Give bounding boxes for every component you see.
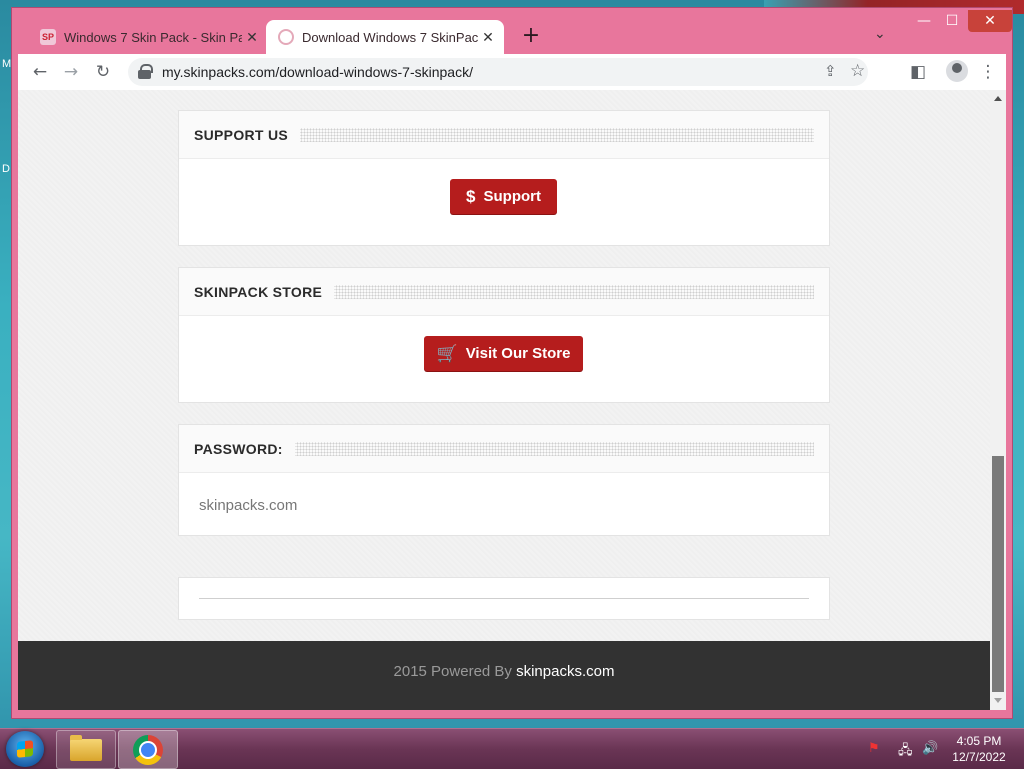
profile-avatar-icon[interactable]: [946, 60, 968, 82]
desktop-icon-label[interactable]: D: [2, 163, 10, 175]
action-center-flag-icon[interactable]: ⚑: [868, 741, 880, 756]
lock-icon: [138, 70, 151, 79]
skinpack-store-widget: SKINPACK STORE 🛒 Visit Our Store: [178, 267, 830, 403]
volume-icon[interactable]: 🔊: [922, 741, 938, 756]
menu-dots-icon[interactable]: ⋮: [976, 60, 1000, 84]
visit-store-button[interactable]: 🛒 Visit Our Store: [424, 336, 583, 371]
footer-prefix: 2015 Powered By: [393, 663, 517, 680]
start-button[interactable]: [6, 731, 44, 767]
reload-icon[interactable]: ↻: [91, 60, 115, 84]
widget-header: PASSWORD:: [179, 425, 829, 473]
tab-strip: SP Windows 7 Skin Pack - Skin Pack ✕ Dow…: [12, 8, 1012, 54]
scroll-down-arrow-icon[interactable]: [994, 698, 1002, 703]
clock-date: 12/7/2022: [952, 750, 1006, 764]
close-window-button[interactable]: ✕: [968, 10, 1012, 32]
header-dot-pattern: [329, 285, 814, 299]
chrome-icon: [133, 735, 163, 765]
footer-text: 2015 Powered By skinpacks.com: [18, 663, 990, 680]
taskbar: ⚑ 🖧 🔊 4:05 PM 12/7/2022: [0, 728, 1024, 769]
support-us-widget: SUPPORT US $ Support: [178, 110, 830, 246]
dollar-icon: $: [466, 186, 476, 206]
password-widget: PASSWORD: skinpacks.com: [178, 424, 830, 536]
tab-download-skinpack[interactable]: Download Windows 7 SkinPack - ✕: [266, 20, 504, 54]
header-dot-pattern: [293, 442, 814, 456]
support-button[interactable]: $ Support: [450, 179, 557, 214]
clock-time: 4:05 PM: [956, 734, 1002, 748]
forward-arrow-icon[interactable]: →: [59, 60, 83, 84]
page-footer: 2015 Powered By skinpacks.com: [18, 641, 990, 710]
tab-title: Windows 7 Skin Pack - Skin Pack: [64, 29, 242, 45]
browser-window: SP Windows 7 Skin Pack - Skin Pack ✕ Dow…: [12, 8, 1012, 718]
widget-title: SUPPORT US: [194, 127, 301, 143]
folder-icon: [70, 735, 102, 761]
maximize-button[interactable]: ☐: [938, 10, 966, 32]
url-text[interactable]: my.skinpacks.com/download-windows-7-skin…: [162, 64, 473, 80]
widget-title: PASSWORD:: [194, 441, 295, 457]
page-viewport: SUPPORT US $ Support SKINPACK STORE 🛒 Vi…: [18, 90, 990, 710]
widget-header: SKINPACK STORE: [179, 268, 829, 316]
download-favicon: [278, 29, 294, 45]
vertical-scrollbar[interactable]: [990, 90, 1006, 710]
close-tab-icon[interactable]: ✕: [242, 29, 262, 46]
address-bar[interactable]: my.skinpacks.com/download-windows-7-skin…: [128, 58, 868, 86]
bookmark-star-icon[interactable]: ☆: [850, 61, 865, 81]
file-explorer-taskbar-button[interactable]: [56, 730, 116, 769]
visit-store-button-label: Visit Our Store: [465, 345, 571, 362]
tab-search-chevron-icon[interactable]: ⌄: [874, 26, 886, 42]
support-button-label: Support: [483, 188, 541, 205]
tab-title: Download Windows 7 SkinPack -: [302, 29, 478, 45]
divider: [199, 598, 809, 599]
widget-header: SUPPORT US: [179, 111, 829, 159]
tab-windows7-skinpack[interactable]: SP Windows 7 Skin Pack - Skin Pack ✕: [28, 20, 268, 54]
widget-title: SKINPACK STORE: [194, 284, 335, 300]
header-dot-pattern: [294, 128, 814, 142]
footer-link[interactable]: skinpacks.com: [516, 663, 614, 680]
chrome-taskbar-button[interactable]: [118, 730, 178, 769]
cart-icon: 🛒: [436, 343, 458, 363]
minimize-button[interactable]: —: [910, 10, 938, 32]
browser-toolbar: ← → ↻ my.skinpacks.com/download-windows-…: [18, 54, 1006, 90]
system-clock[interactable]: 4:05 PM 12/7/2022: [944, 733, 1014, 765]
password-text[interactable]: skinpacks.com: [199, 497, 297, 514]
skinpack-favicon: SP: [40, 29, 56, 45]
share-icon[interactable]: ⇪: [824, 62, 837, 80]
network-icon[interactable]: 🖧: [898, 741, 913, 763]
desktop-icon-label[interactable]: M: [2, 58, 11, 70]
side-panel-icon[interactable]: ◧: [906, 60, 930, 84]
scroll-up-arrow-icon[interactable]: [994, 96, 1002, 101]
scrollbar-thumb[interactable]: [992, 456, 1004, 692]
empty-widget: [178, 577, 830, 620]
new-tab-button[interactable]: +: [518, 24, 544, 50]
close-tab-icon[interactable]: ✕: [478, 29, 498, 46]
back-arrow-icon[interactable]: ←: [28, 60, 52, 84]
